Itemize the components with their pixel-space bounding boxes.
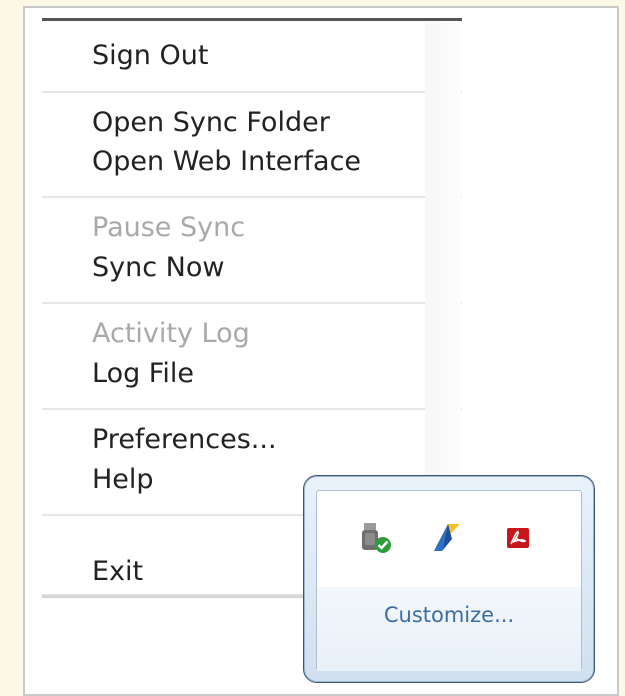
menu-item-log-file[interactable]: Log File xyxy=(92,356,194,392)
menu-item-help[interactable]: Help xyxy=(92,462,154,498)
menu-item-sign-out[interactable]: Sign Out xyxy=(92,38,208,74)
pdf-reader-icon[interactable] xyxy=(501,521,535,555)
menu-item-preferences[interactable]: Preferences... xyxy=(92,422,277,458)
sync-client-check-icon[interactable] xyxy=(359,521,393,555)
menu-item-open-sync-folder[interactable]: Open Sync Folder xyxy=(92,105,330,141)
menu-separator xyxy=(42,91,462,93)
menu-item-activity-log: Activity Log xyxy=(92,318,250,349)
menu-separator xyxy=(42,408,462,410)
menu-separator xyxy=(42,196,462,198)
blue-yellow-app-icon[interactable] xyxy=(430,521,464,555)
menu-item-open-web-interface[interactable]: Open Web Interface xyxy=(92,144,361,180)
tray-icon-row xyxy=(317,491,581,587)
customize-link[interactable]: Customize... xyxy=(317,587,581,671)
tray-overflow-popup: Customize... xyxy=(303,475,595,683)
menu-separator xyxy=(42,302,462,304)
menu-item-sync-now[interactable]: Sync Now xyxy=(92,250,224,286)
tray-popup-panel: Customize... xyxy=(316,490,582,671)
menu-item-pause-sync: Pause Sync xyxy=(92,212,246,243)
menu-item-exit[interactable]: Exit xyxy=(92,554,143,590)
